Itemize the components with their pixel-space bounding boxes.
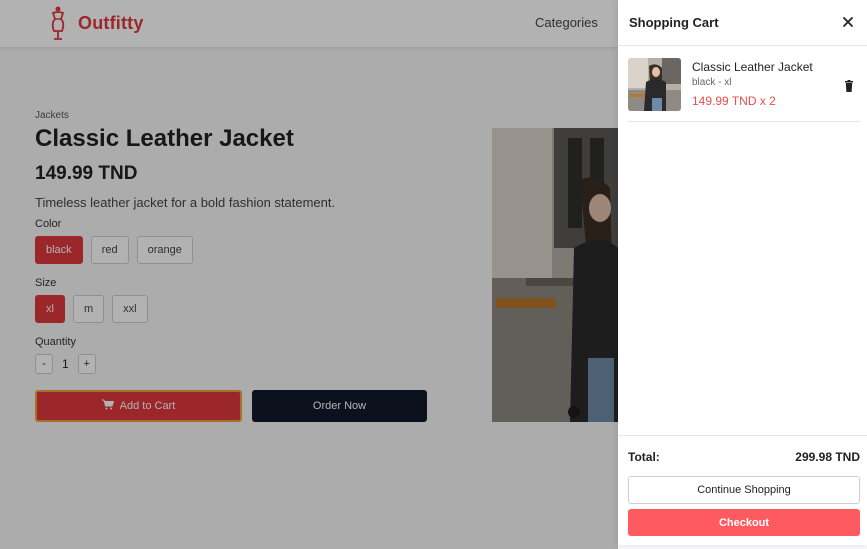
- cart-item-variant: black - xl: [692, 77, 732, 88]
- trash-icon[interactable]: [844, 79, 854, 92]
- cart-total-label: Total:: [628, 450, 660, 464]
- cart-header: Shopping Cart: [618, 0, 867, 46]
- cart-item-price: 149.99 TND x 2: [692, 94, 776, 108]
- cart-drawer: Shopping Cart Classic Leather Jacket bla…: [618, 0, 867, 545]
- cart-item-name: Classic Leather Jacket: [692, 60, 813, 74]
- cart-item-thumbnail: [628, 58, 681, 111]
- cart-footer: Total: 299.98 TND Continue Shopping Chec…: [618, 435, 867, 545]
- cart-title: Shopping Cart: [629, 15, 719, 30]
- page-overlay[interactable]: [0, 0, 618, 549]
- cart-item: Classic Leather Jacket black - xl 149.99…: [628, 57, 860, 122]
- cart-total-value: 299.98 TND: [795, 450, 860, 464]
- checkout-button[interactable]: Checkout: [628, 509, 860, 536]
- close-icon[interactable]: [841, 15, 855, 29]
- continue-shopping-button[interactable]: Continue Shopping: [628, 476, 860, 504]
